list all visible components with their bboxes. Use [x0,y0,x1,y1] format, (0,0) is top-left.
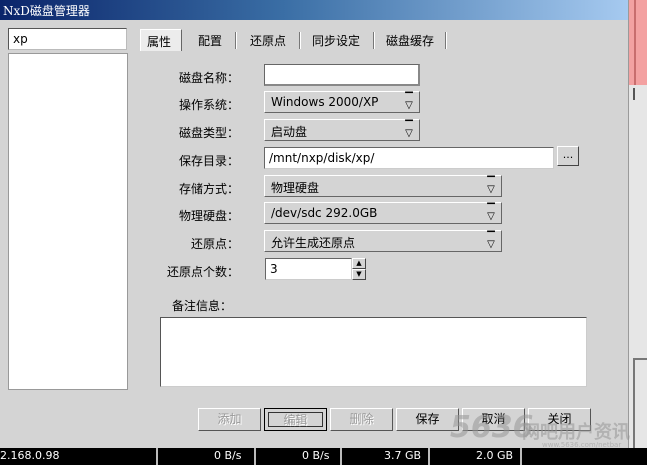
close-button[interactable]: 关闭 [528,408,591,431]
restore-point-label: 还原点： [190,237,239,251]
tab-separator [235,32,237,49]
tab-restore-points-label: 还原点 [250,34,287,48]
restore-count-spinner[interactable]: ▲ ▼ [352,258,366,280]
notes-textarea[interactable] [160,317,587,387]
browse-button[interactable]: ... [557,146,579,166]
combo-dropdown-arrow-icon: ▔ ▽ [405,93,413,111]
tab-restore-points[interactable]: 还原点 [244,29,292,51]
edit-button[interactable]: 编辑 [264,408,327,431]
tab-separator [299,32,301,49]
combo-dropdown-arrow-icon: ▔ ▽ [405,121,413,139]
combo-dropdown-arrow-icon: ▔ ▽ [487,177,495,195]
storage-mode-value: 物理硬盘 [271,181,320,195]
disk-name-input[interactable] [264,64,420,86]
status-size-2: 2.0 GB [476,449,514,462]
tab-properties-label: 属性 [147,35,172,49]
tab-bar: 属性 配置 还原点 同步设定 磁盘缓存 [140,29,620,51]
physical-disk-select[interactable]: /dev/sdc 292.0GB ▔ ▽ [264,202,502,224]
status-separator [340,448,342,465]
status-size-1: 3.7 GB [384,449,422,462]
window-title: NxD磁盘管理器 [3,4,90,18]
disk-type-value: 启动盘 [271,125,308,139]
storage-mode-label: 存储方式： [178,182,239,196]
tab-config-label: 配置 [198,34,223,48]
status-bar: 2.168.0.98 0 B/s 0 B/s 3.7 GB 2.0 GB [0,448,647,465]
restore-point-select[interactable]: 允许生成还原点 ▔ ▽ [264,230,502,252]
os-value: Windows 2000/XP [271,95,379,109]
disk-name-label: 磁盘名称： [178,71,239,85]
status-separator [254,448,256,465]
disk-name-search-input[interactable]: xp [8,28,127,50]
os-select[interactable]: Windows 2000/XP ▔ ▽ [264,91,420,113]
status-separator [156,448,158,465]
combo-dropdown-arrow-icon: ▔ ▽ [487,204,495,222]
status-ip: 2.168.0.98 [0,449,60,462]
tab-sync-settings[interactable]: 同步设定 [306,29,366,51]
save-dir-label: 保存目录： [178,154,239,168]
notes-label: 备注信息： [172,299,233,313]
title-bar[interactable]: NxD磁盘管理器 [0,0,628,20]
combo-dropdown-arrow-icon: ▔ ▽ [487,232,495,250]
tab-disk-cache[interactable]: 磁盘缓存 [380,29,440,51]
desktop-edge [628,0,647,450]
desktop-pink-panel [629,0,647,85]
desktop-edge-mark [633,88,643,100]
restore-point-value: 允许生成还原点 [271,236,356,250]
spin-up-icon[interactable]: ▲ [352,258,366,269]
physical-disk-label: 物理硬盘： [178,209,239,223]
add-button[interactable]: 添加 [198,408,261,431]
disk-list[interactable] [8,53,128,390]
tab-properties[interactable]: 属性 [140,29,182,51]
save-dir-input[interactable]: /mnt/nxp/disk/xp/ [264,147,554,169]
disk-type-select[interactable]: 启动盘 ▔ ▽ [264,119,420,141]
disk-type-label: 磁盘类型： [178,126,239,140]
tab-separator [445,32,447,49]
status-rate-1: 0 B/s [214,449,242,462]
delete-button[interactable]: 删除 [330,408,393,431]
spin-down-icon[interactable]: ▼ [352,269,366,280]
save-button[interactable]: 保存 [396,408,459,431]
tab-separator [373,32,375,49]
status-separator [428,448,430,465]
edit-button-label: 编辑 [268,412,323,427]
tab-config[interactable]: 配置 [192,29,228,51]
status-rate-2: 0 B/s [302,449,330,462]
cancel-button[interactable]: 取消 [462,408,525,431]
tab-sync-settings-label: 同步设定 [312,34,361,48]
status-separator [520,448,522,465]
restore-count-label: 还原点个数： [166,265,239,279]
desktop-edge-frame [633,358,647,450]
physical-disk-value: /dev/sdc 292.0GB [271,206,378,220]
desktop-pink-line [634,0,636,85]
restore-count-input[interactable]: 3 [265,258,352,280]
os-label: 操作系统： [178,98,239,112]
storage-mode-select[interactable]: 物理硬盘 ▔ ▽ [264,175,502,197]
tab-disk-cache-label: 磁盘缓存 [386,34,435,48]
